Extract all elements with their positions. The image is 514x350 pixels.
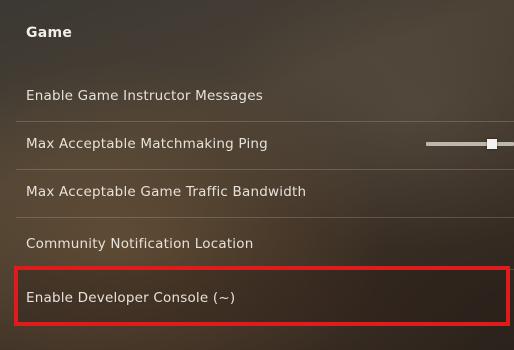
setting-label: Community Notification Location: [26, 236, 254, 252]
setting-row-game-instructor-messages[interactable]: Enable Game Instructor Messages: [16, 70, 514, 122]
slider-track[interactable]: [426, 142, 514, 146]
setting-label: Max Acceptable Game Traffic Bandwidth: [26, 184, 307, 200]
setting-row-matchmaking-ping[interactable]: Max Acceptable Matchmaking Ping: [16, 118, 514, 170]
matchmaking-ping-slider[interactable]: [426, 139, 514, 149]
section-title: Game: [26, 25, 73, 41]
setting-label: Max Acceptable Matchmaking Ping: [26, 136, 268, 152]
setting-row-game-traffic-bandwidth[interactable]: Max Acceptable Game Traffic Bandwidth: [16, 166, 514, 218]
setting-row-developer-console[interactable]: Enable Developer Console (~): [16, 272, 514, 324]
setting-row-community-notification-location[interactable]: Community Notification Location: [16, 218, 514, 270]
settings-panel: Game Enable Game Instructor Messages Max…: [0, 0, 514, 350]
slider-thumb[interactable]: [487, 139, 497, 149]
setting-label: Enable Game Instructor Messages: [26, 88, 263, 104]
setting-label: Enable Developer Console (~): [26, 290, 236, 306]
